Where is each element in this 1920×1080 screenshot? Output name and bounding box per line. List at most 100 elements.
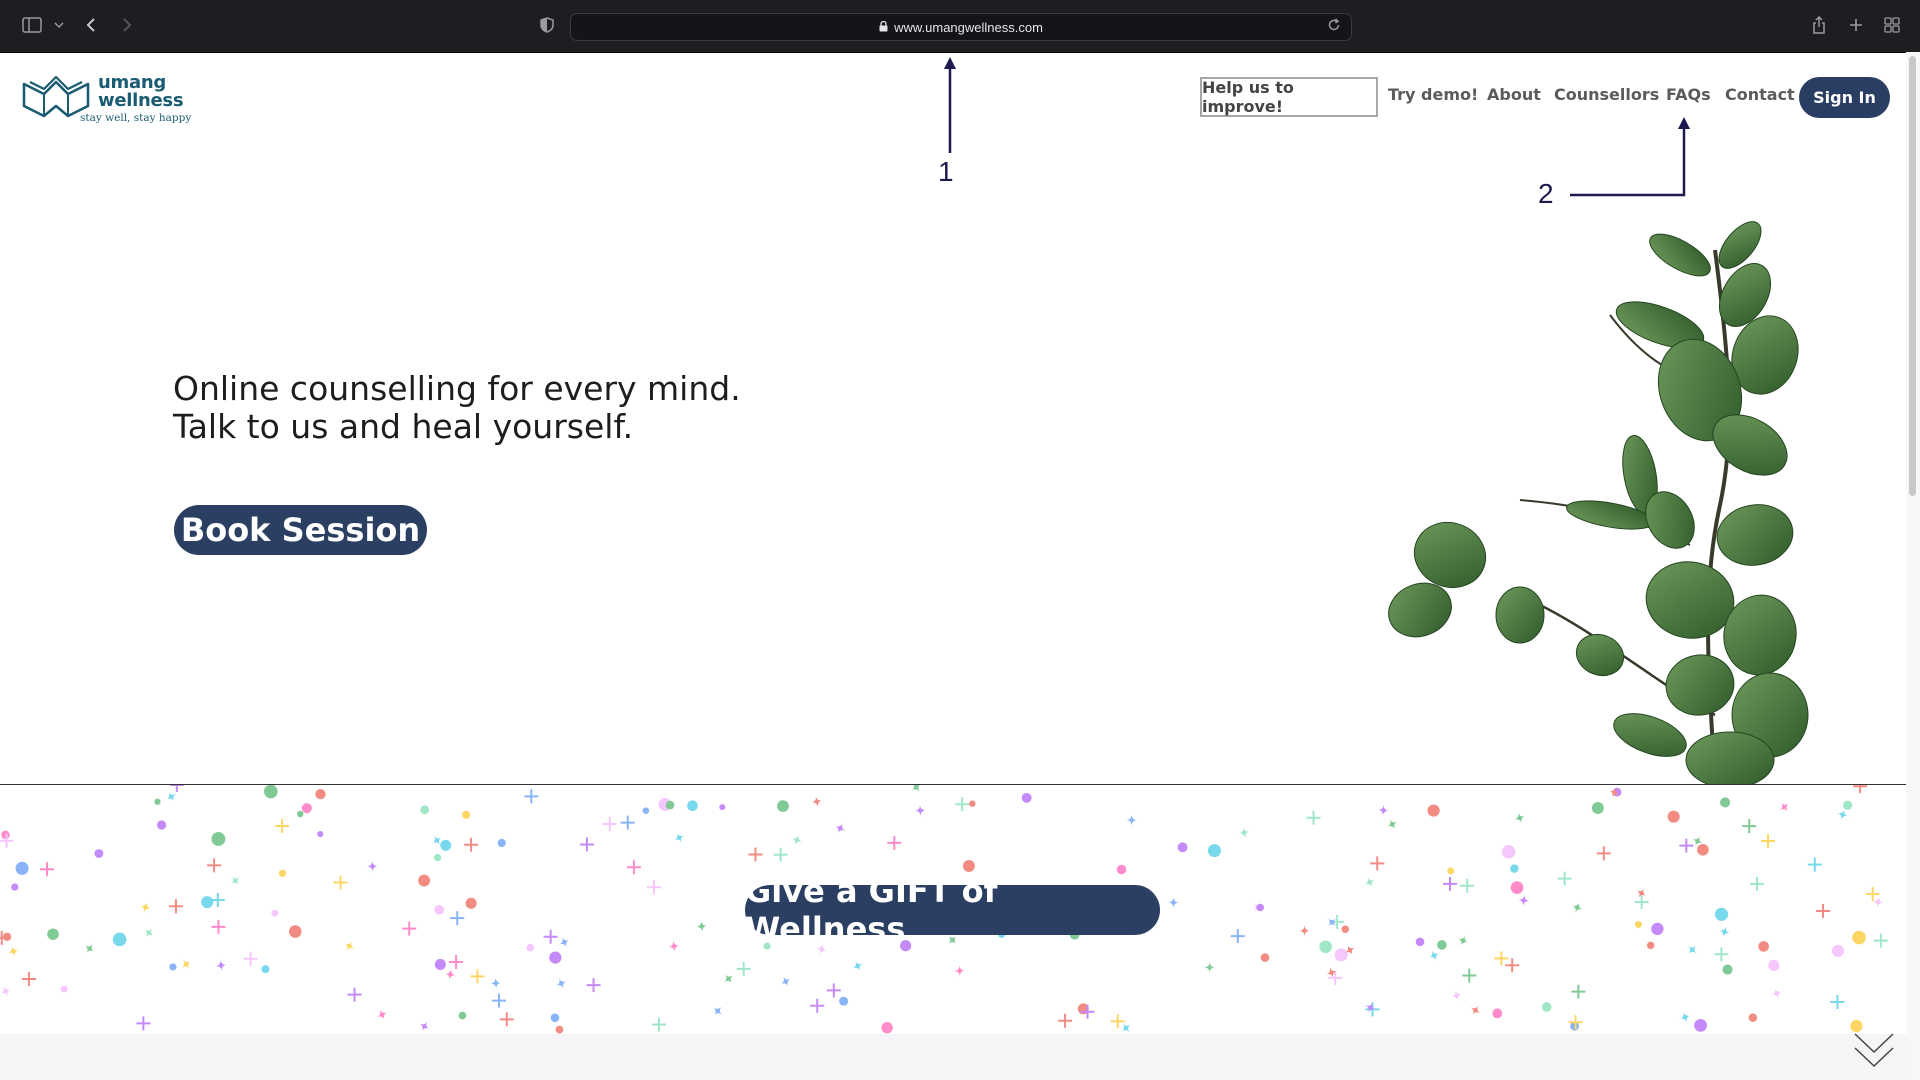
confetti-piece [736, 961, 751, 976]
confetti-piece [243, 951, 258, 966]
share-icon[interactable] [1809, 11, 1829, 39]
confetti-piece [1125, 814, 1138, 827]
confetti-piece [181, 959, 192, 970]
confetti-piece [465, 897, 477, 909]
confetti-piece [458, 1011, 467, 1020]
confetti-piece [1779, 802, 1790, 812]
confetti-piece [489, 977, 502, 990]
shield-icon[interactable] [538, 11, 556, 39]
sidebar-icon[interactable] [20, 11, 44, 39]
confetti-piece [955, 797, 970, 812]
confetti-piece [1768, 959, 1780, 971]
hero-headline: Online counselling for every mind. Talk … [173, 370, 741, 446]
confetti-piece [526, 943, 535, 952]
nav-about[interactable]: About [1487, 85, 1541, 104]
confetti-piece [780, 976, 792, 987]
gift-wellness-button[interactable]: Give a GIFT of Wellness [745, 872, 1160, 948]
confetti-piece [1110, 1014, 1125, 1029]
lock-icon [879, 20, 888, 35]
confetti-piece [1634, 895, 1649, 910]
confetti-piece [1517, 894, 1530, 907]
confetti-piece [156, 820, 167, 830]
confetti-piece [136, 1016, 151, 1031]
confetti-piece [1505, 958, 1520, 973]
sign-in-button[interactable]: Sign In [1799, 77, 1890, 118]
confetti-piece [1167, 896, 1180, 909]
confetti-piece [1437, 940, 1447, 950]
confetti-piece [1807, 857, 1822, 872]
scrollbar-thumb[interactable] [1909, 56, 1916, 496]
confetti-piece [1596, 846, 1611, 861]
confetti-piece [21, 971, 36, 986]
browser-toolbar: www.umangwellness.com [0, 0, 1920, 53]
confetti-piece [1687, 945, 1697, 955]
confetti-piece [811, 795, 823, 808]
confetti-piece [1415, 937, 1425, 947]
nav-faqs[interactable]: FAQs [1666, 85, 1711, 104]
confetti-piece [94, 849, 104, 858]
confetti-piece [953, 964, 966, 977]
confetti-piece [317, 830, 324, 838]
next-section-band [0, 1034, 1906, 1080]
tabs-overview-icon[interactable] [1882, 11, 1902, 39]
chevron-down-icon[interactable] [52, 11, 66, 39]
confetti-piece [555, 977, 567, 989]
confetti-piece [1722, 964, 1733, 975]
confetti-piece [1238, 826, 1251, 839]
confetti-piece [1447, 867, 1455, 875]
nav-try-demo[interactable]: Try demo! [1388, 85, 1478, 104]
confetti-piece [1058, 1013, 1073, 1028]
confetti-piece [1203, 961, 1216, 974]
confetti-piece [376, 1009, 388, 1020]
confetti-piece [887, 835, 902, 850]
confetti-piece [1697, 843, 1709, 856]
reload-icon[interactable] [1327, 18, 1341, 35]
confetti-piece [344, 940, 355, 952]
confetti-piece [444, 968, 457, 981]
confetti-piece [1460, 878, 1475, 893]
confetti-piece [1853, 785, 1868, 794]
confetti-piece [1370, 856, 1385, 871]
confetti-piece [434, 904, 445, 915]
help-improve-button[interactable]: Help us to improve! [1200, 77, 1378, 117]
confetti-piece [1457, 935, 1469, 947]
confetti-piece [549, 951, 562, 964]
confetti-piece [275, 819, 290, 834]
confetti-piece [1510, 864, 1519, 873]
annotation-arrow-2 [1570, 117, 1690, 197]
confetti-piece [1470, 1005, 1481, 1016]
confetti-piece [1742, 819, 1757, 834]
confetti-piece [315, 789, 326, 800]
nav-contact[interactable]: Contact [1725, 85, 1795, 104]
confetti-piece [1843, 800, 1853, 811]
confetti-piece [914, 804, 927, 817]
confetti-piece [1748, 1013, 1758, 1023]
confetti-piece [1514, 812, 1526, 824]
hero-line-1: Online counselling for every mind. [173, 369, 741, 408]
nav-counsellors[interactable]: Counsellors [1554, 85, 1659, 104]
confetti-piece [1364, 876, 1376, 888]
confetti-piece [1667, 810, 1680, 823]
confetti-piece [1714, 907, 1729, 921]
confetti-piece [470, 969, 485, 984]
address-bar[interactable]: www.umangwellness.com [570, 13, 1352, 41]
confetti-piece [1306, 810, 1321, 825]
annotation-label-1: 1 [938, 156, 954, 187]
confetti-piece [139, 901, 152, 913]
confetti-piece [491, 993, 506, 1008]
confetti-piece [301, 803, 312, 814]
confetti-piece [112, 932, 127, 947]
confetti-piece [748, 847, 763, 862]
confetti-piece [347, 987, 362, 1002]
back-icon[interactable] [82, 11, 100, 39]
confetti-piece [366, 860, 379, 873]
confetti-piece [434, 958, 446, 970]
confetti-piece [1830, 995, 1845, 1010]
book-session-button[interactable]: Book Session [174, 505, 427, 555]
forward-icon[interactable] [118, 11, 136, 39]
confetti-piece [555, 1025, 564, 1034]
scroll-down-icon[interactable] [1852, 1030, 1896, 1074]
confetti-piece [1230, 929, 1245, 944]
confetti-piece [673, 832, 685, 844]
new-tab-icon[interactable] [1846, 11, 1866, 39]
